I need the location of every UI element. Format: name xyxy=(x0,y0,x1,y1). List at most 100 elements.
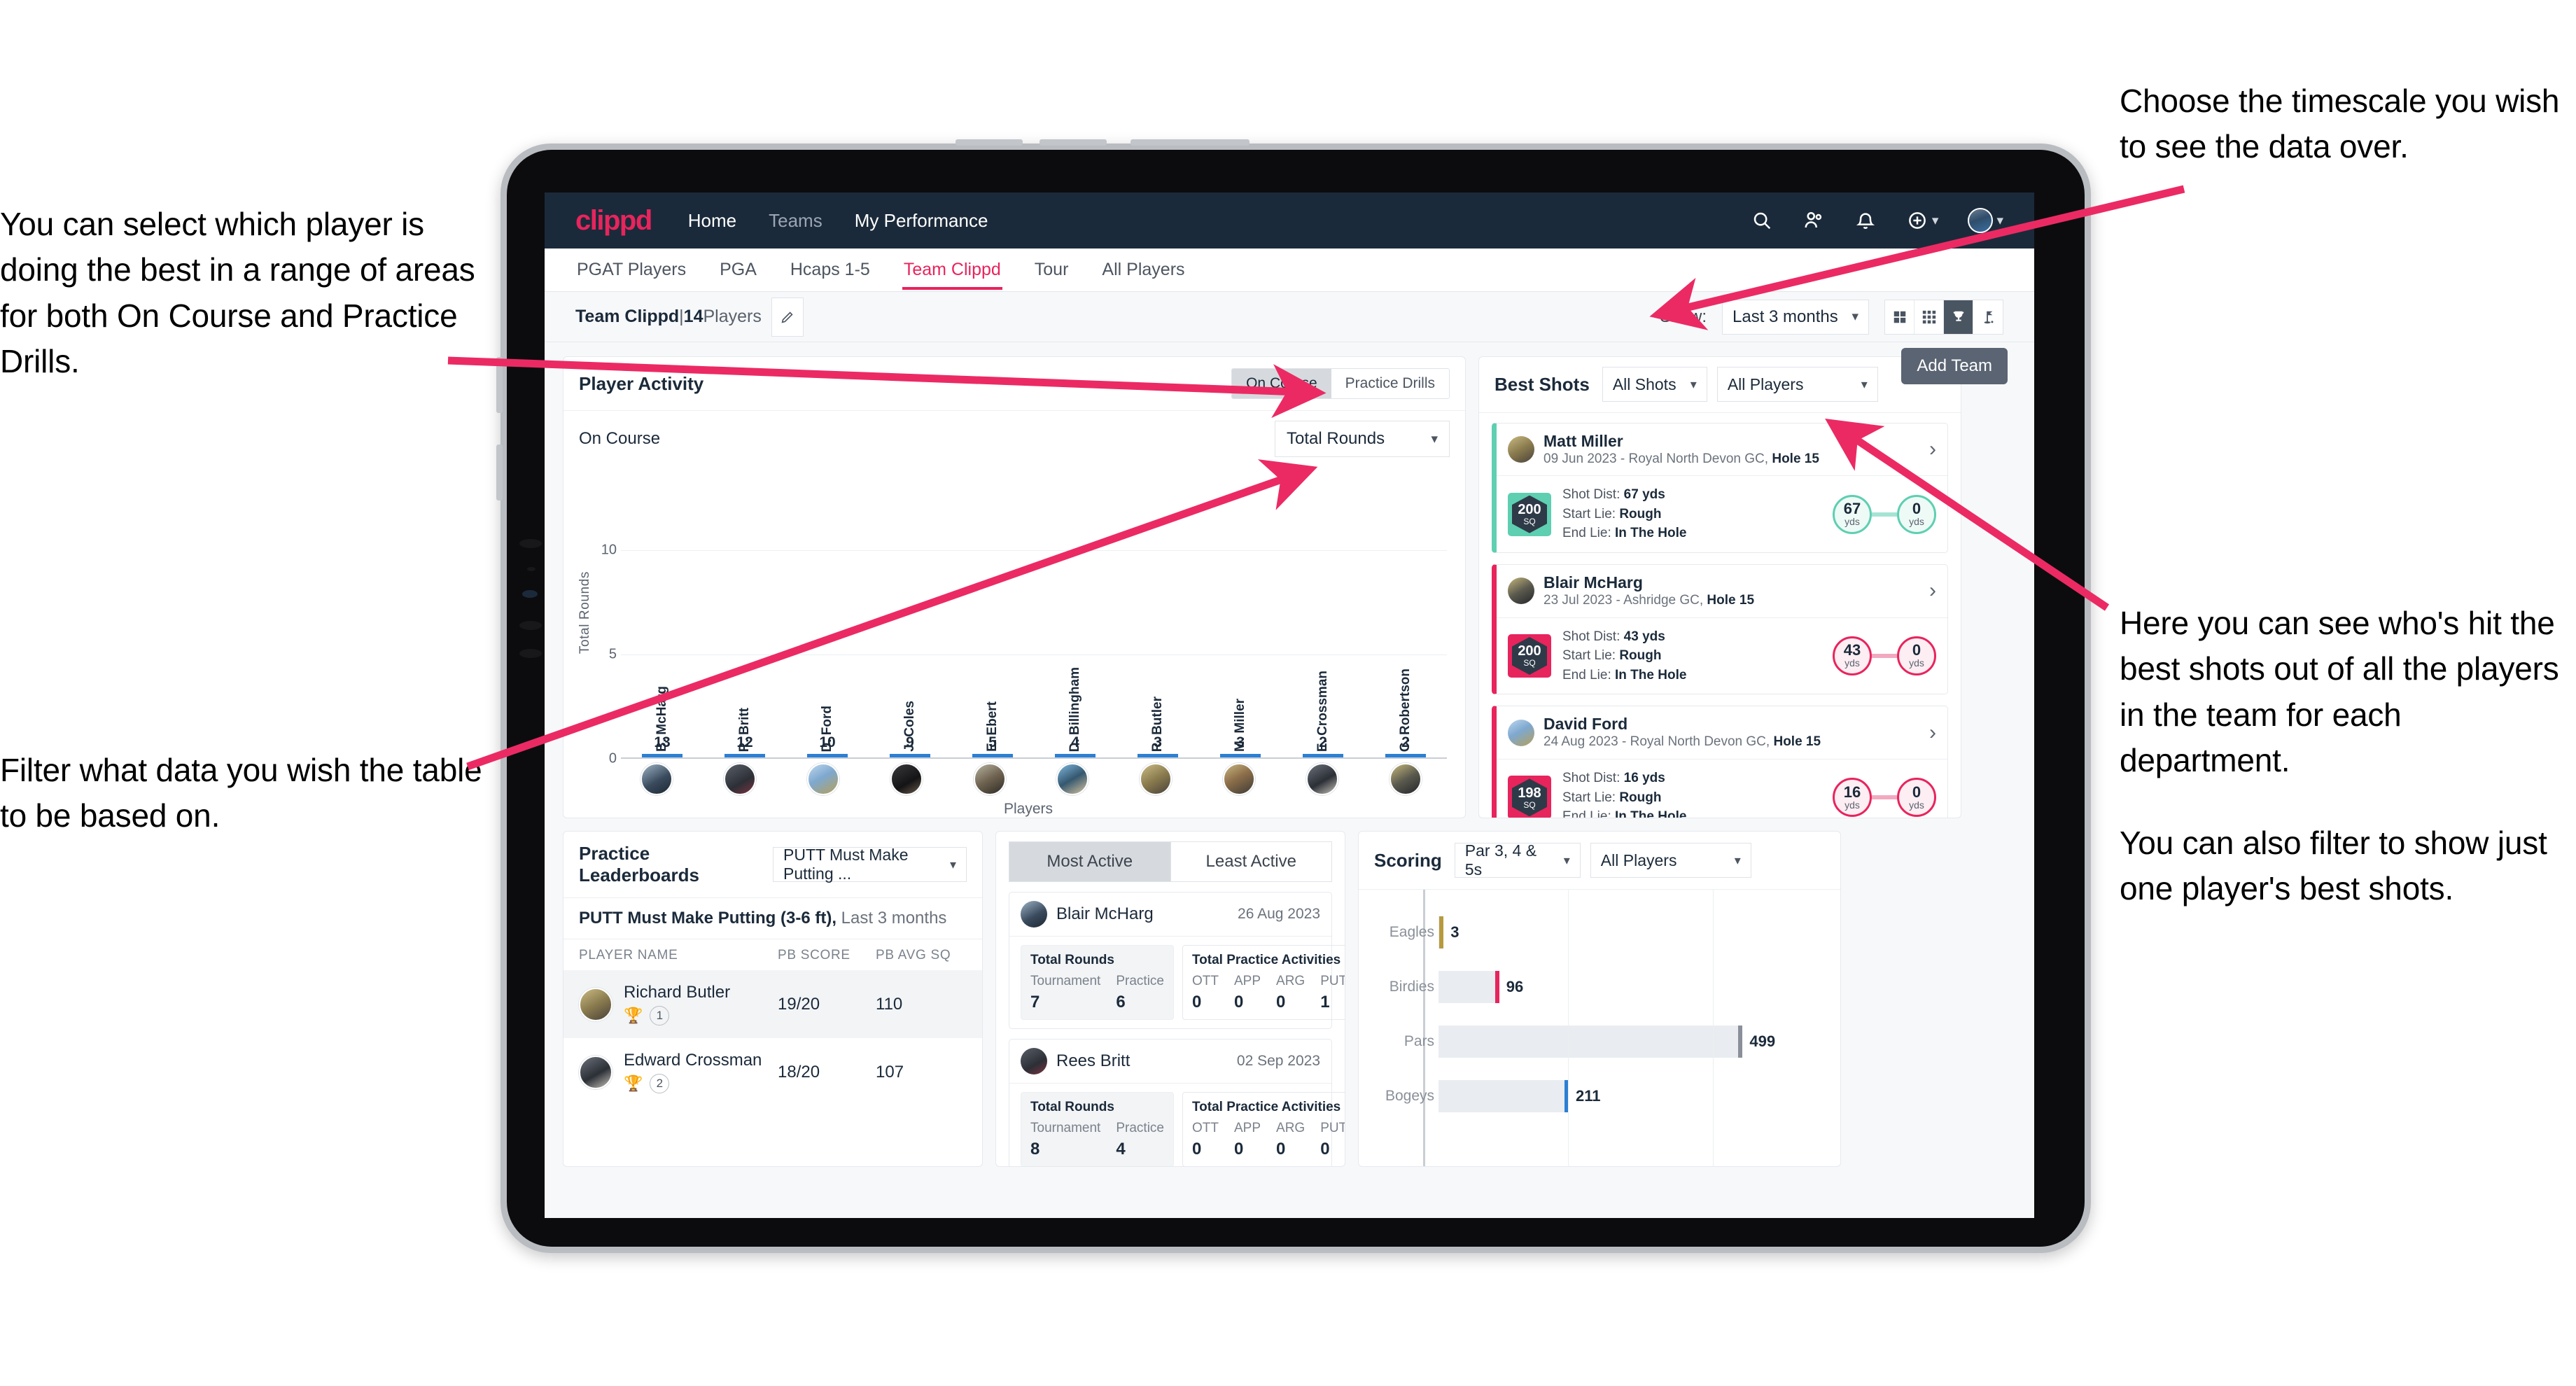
best-shot-meta: 24 Aug 2023 - Royal North Devon GC, Hole… xyxy=(1544,734,1821,750)
player-activity-header: Player Activity On Course Practice Drill… xyxy=(564,357,1465,411)
nav-link-teams[interactable]: Teams xyxy=(769,210,822,232)
bar-group[interactable]: 13 B. McHarg xyxy=(621,686,704,757)
edit-team-button[interactable] xyxy=(771,297,804,337)
avatar[interactable] xyxy=(640,763,673,795)
plus-circle-icon[interactable] xyxy=(1906,209,1928,232)
avatar[interactable] xyxy=(1508,435,1534,463)
nav-link-my-performance[interactable]: My Performance xyxy=(855,210,988,232)
bar-group[interactable]: 4 D. Billingham xyxy=(1034,667,1116,757)
avatar[interactable] xyxy=(1389,763,1422,795)
status-badge: 1 xyxy=(650,1006,670,1026)
bar-group[interactable]: 2 E. Crossman xyxy=(1282,671,1364,757)
avatar[interactable] xyxy=(1968,208,1994,233)
bar[interactable]: E. Ebert xyxy=(972,701,1013,757)
scoring-bar-row[interactable]: Bogeys 211 xyxy=(1385,1069,1825,1124)
bar[interactable]: J. Coles xyxy=(890,701,930,757)
scoring-category-label: Eagles xyxy=(1389,924,1434,940)
bar[interactable]: B. McHarg xyxy=(642,686,682,757)
scoring-player-filter[interactable]: All Players ▾ xyxy=(1590,843,1751,878)
bar-group[interactable]: 10 D. Ford xyxy=(786,706,869,757)
tab-tour[interactable]: Tour xyxy=(1033,250,1070,290)
chevron-right-icon[interactable]: › xyxy=(1929,580,1936,601)
best-shot-card[interactable]: Blair McHarg 23 Jul 2023 - Ashridge GC, H… xyxy=(1492,564,1948,695)
best-shots-header: Best Shots All Shots ▾ All Players ▾ xyxy=(1479,357,1961,413)
avatar[interactable] xyxy=(1306,763,1338,795)
tab-team-clippd[interactable]: Team Clippd xyxy=(902,250,1002,290)
chevron-right-icon[interactable]: › xyxy=(1929,438,1936,460)
bar[interactable]: M. Miller xyxy=(1220,699,1261,757)
chevron-right-icon[interactable]: › xyxy=(1929,722,1936,743)
bar-group[interactable]: 5 E. Ebert xyxy=(951,701,1034,757)
avatar[interactable] xyxy=(973,763,1006,795)
bar[interactable]: D. Billingham xyxy=(1055,667,1096,757)
table-row[interactable]: Edward Crossman 🏆 2 18/20 107 xyxy=(564,1038,982,1106)
activity-leader-card[interactable]: Blair McHarg 26 Aug 2023 Total Rounds Tourn… xyxy=(1009,892,1345,1029)
best-shot-card[interactable]: Matt Miller 09 Jun 2023 - Royal North Dev… xyxy=(1492,422,1948,553)
avatar[interactable] xyxy=(1021,1048,1047,1074)
chart-avatar-cell xyxy=(1280,763,1364,795)
scoring-bar[interactable] xyxy=(1438,971,1499,1003)
practice-subtitle-drill: PUTT Must Make Putting (3-6 ft), xyxy=(579,909,836,927)
table-row[interactable]: Richard Butler 🏆 1 19/20 110 xyxy=(564,970,982,1038)
search-icon[interactable] xyxy=(1751,209,1773,232)
tab-pgat-players[interactable]: PGAT Players xyxy=(575,250,687,290)
scoring-bar-row[interactable]: Birdies 96 xyxy=(1390,960,1825,1014)
practice-drill-select[interactable]: PUTT Must Make Putting ... ▾ xyxy=(773,846,967,883)
chevron-down-icon-account[interactable]: ▾ xyxy=(1996,213,2003,229)
bar-group[interactable]: 12 R. Britt xyxy=(704,708,786,757)
nav-link-home[interactable]: Home xyxy=(688,210,736,232)
activity-metric-select[interactable]: Total Rounds ▾ xyxy=(1275,421,1450,457)
view-toggle-trophy[interactable] xyxy=(1944,300,1973,334)
avatar[interactable] xyxy=(1508,719,1534,746)
view-toggle-grid-2x2[interactable] xyxy=(1885,300,1914,334)
shot-quality-badge: 198 SQ xyxy=(1508,776,1551,818)
avatar[interactable] xyxy=(724,763,757,795)
clippd-logo[interactable]: clippd xyxy=(575,205,652,237)
view-toggle-golf-flag[interactable] xyxy=(1973,300,2003,334)
segment-on-course[interactable]: On Course xyxy=(1232,369,1331,398)
bar[interactable]: C. Robertson xyxy=(1385,668,1426,757)
tablet-speaker-grille-2 xyxy=(519,621,542,630)
avatar[interactable] xyxy=(806,763,839,795)
avatar[interactable] xyxy=(1222,763,1255,795)
bar[interactable]: E. Crossman xyxy=(1303,671,1343,757)
best-shots-shot-filter-value: All Shots xyxy=(1612,374,1676,393)
segment-practice-drills[interactable]: Practice Drills xyxy=(1331,369,1449,398)
avatar[interactable] xyxy=(890,763,923,795)
total-rounds-columns: Tournament 8 Practice 4 xyxy=(1030,1121,1164,1159)
avatar[interactable] xyxy=(1056,763,1089,795)
view-toggle-grid-3x3[interactable] xyxy=(1914,300,1944,334)
leaderboard-pb-score: 18/20 xyxy=(778,1062,820,1082)
tab-most-active[interactable]: Most Active xyxy=(1009,841,1170,882)
scoring-bar-row[interactable]: Eagles 3 xyxy=(1390,905,1825,960)
tab-all-players[interactable]: All Players xyxy=(1100,250,1186,290)
avatar[interactable] xyxy=(1508,578,1534,605)
bar-group[interactable]: 2 C. Robertson xyxy=(1364,668,1447,757)
best-shot-card[interactable]: David Ford 24 Aug 2023 - Royal North Devo… xyxy=(1492,706,1948,818)
tab-least-active[interactable]: Least Active xyxy=(1170,841,1332,882)
avatar[interactable] xyxy=(1140,763,1172,795)
bell-icon[interactable] xyxy=(1854,209,1877,232)
bar[interactable]: R. Butler xyxy=(1138,696,1178,757)
scoring-bar[interactable] xyxy=(1438,916,1444,948)
bar-group[interactable]: 9 J. Coles xyxy=(869,701,951,757)
scoring-bar-row[interactable]: Pars 499 xyxy=(1404,1014,1825,1069)
bar[interactable]: R. Britt xyxy=(724,708,765,757)
tab-pga[interactable]: PGA xyxy=(718,250,758,290)
best-shots-shot-filter[interactable]: All Shots ▾ xyxy=(1602,367,1707,402)
timescale-select[interactable]: Last 3 months ▾ xyxy=(1722,299,1869,335)
people-icon[interactable] xyxy=(1802,209,1825,232)
bar[interactable]: D. Ford xyxy=(807,706,848,757)
avatar[interactable] xyxy=(579,987,612,1021)
avatar[interactable] xyxy=(579,1055,612,1089)
chevron-down-icon-add[interactable]: ▾ xyxy=(1932,213,1939,229)
bar-group[interactable]: 3 R. Butler xyxy=(1116,696,1199,757)
scoring-par-filter[interactable]: Par 3, 4 & 5s ▾ xyxy=(1454,841,1581,878)
best-shots-player-filter[interactable]: All Players ▾ xyxy=(1716,367,1878,402)
tab-hcaps-1-5[interactable]: Hcaps 1-5 xyxy=(789,250,872,290)
scoring-bar[interactable] xyxy=(1438,1026,1743,1058)
scoring-bar[interactable] xyxy=(1438,1080,1569,1112)
bar-group[interactable]: 3 M. Miller xyxy=(1199,699,1282,757)
activity-leader-card[interactable]: Rees Britt 02 Sep 2023 Total Rounds Tournam… xyxy=(1009,1039,1345,1166)
avatar[interactable] xyxy=(1021,901,1047,927)
